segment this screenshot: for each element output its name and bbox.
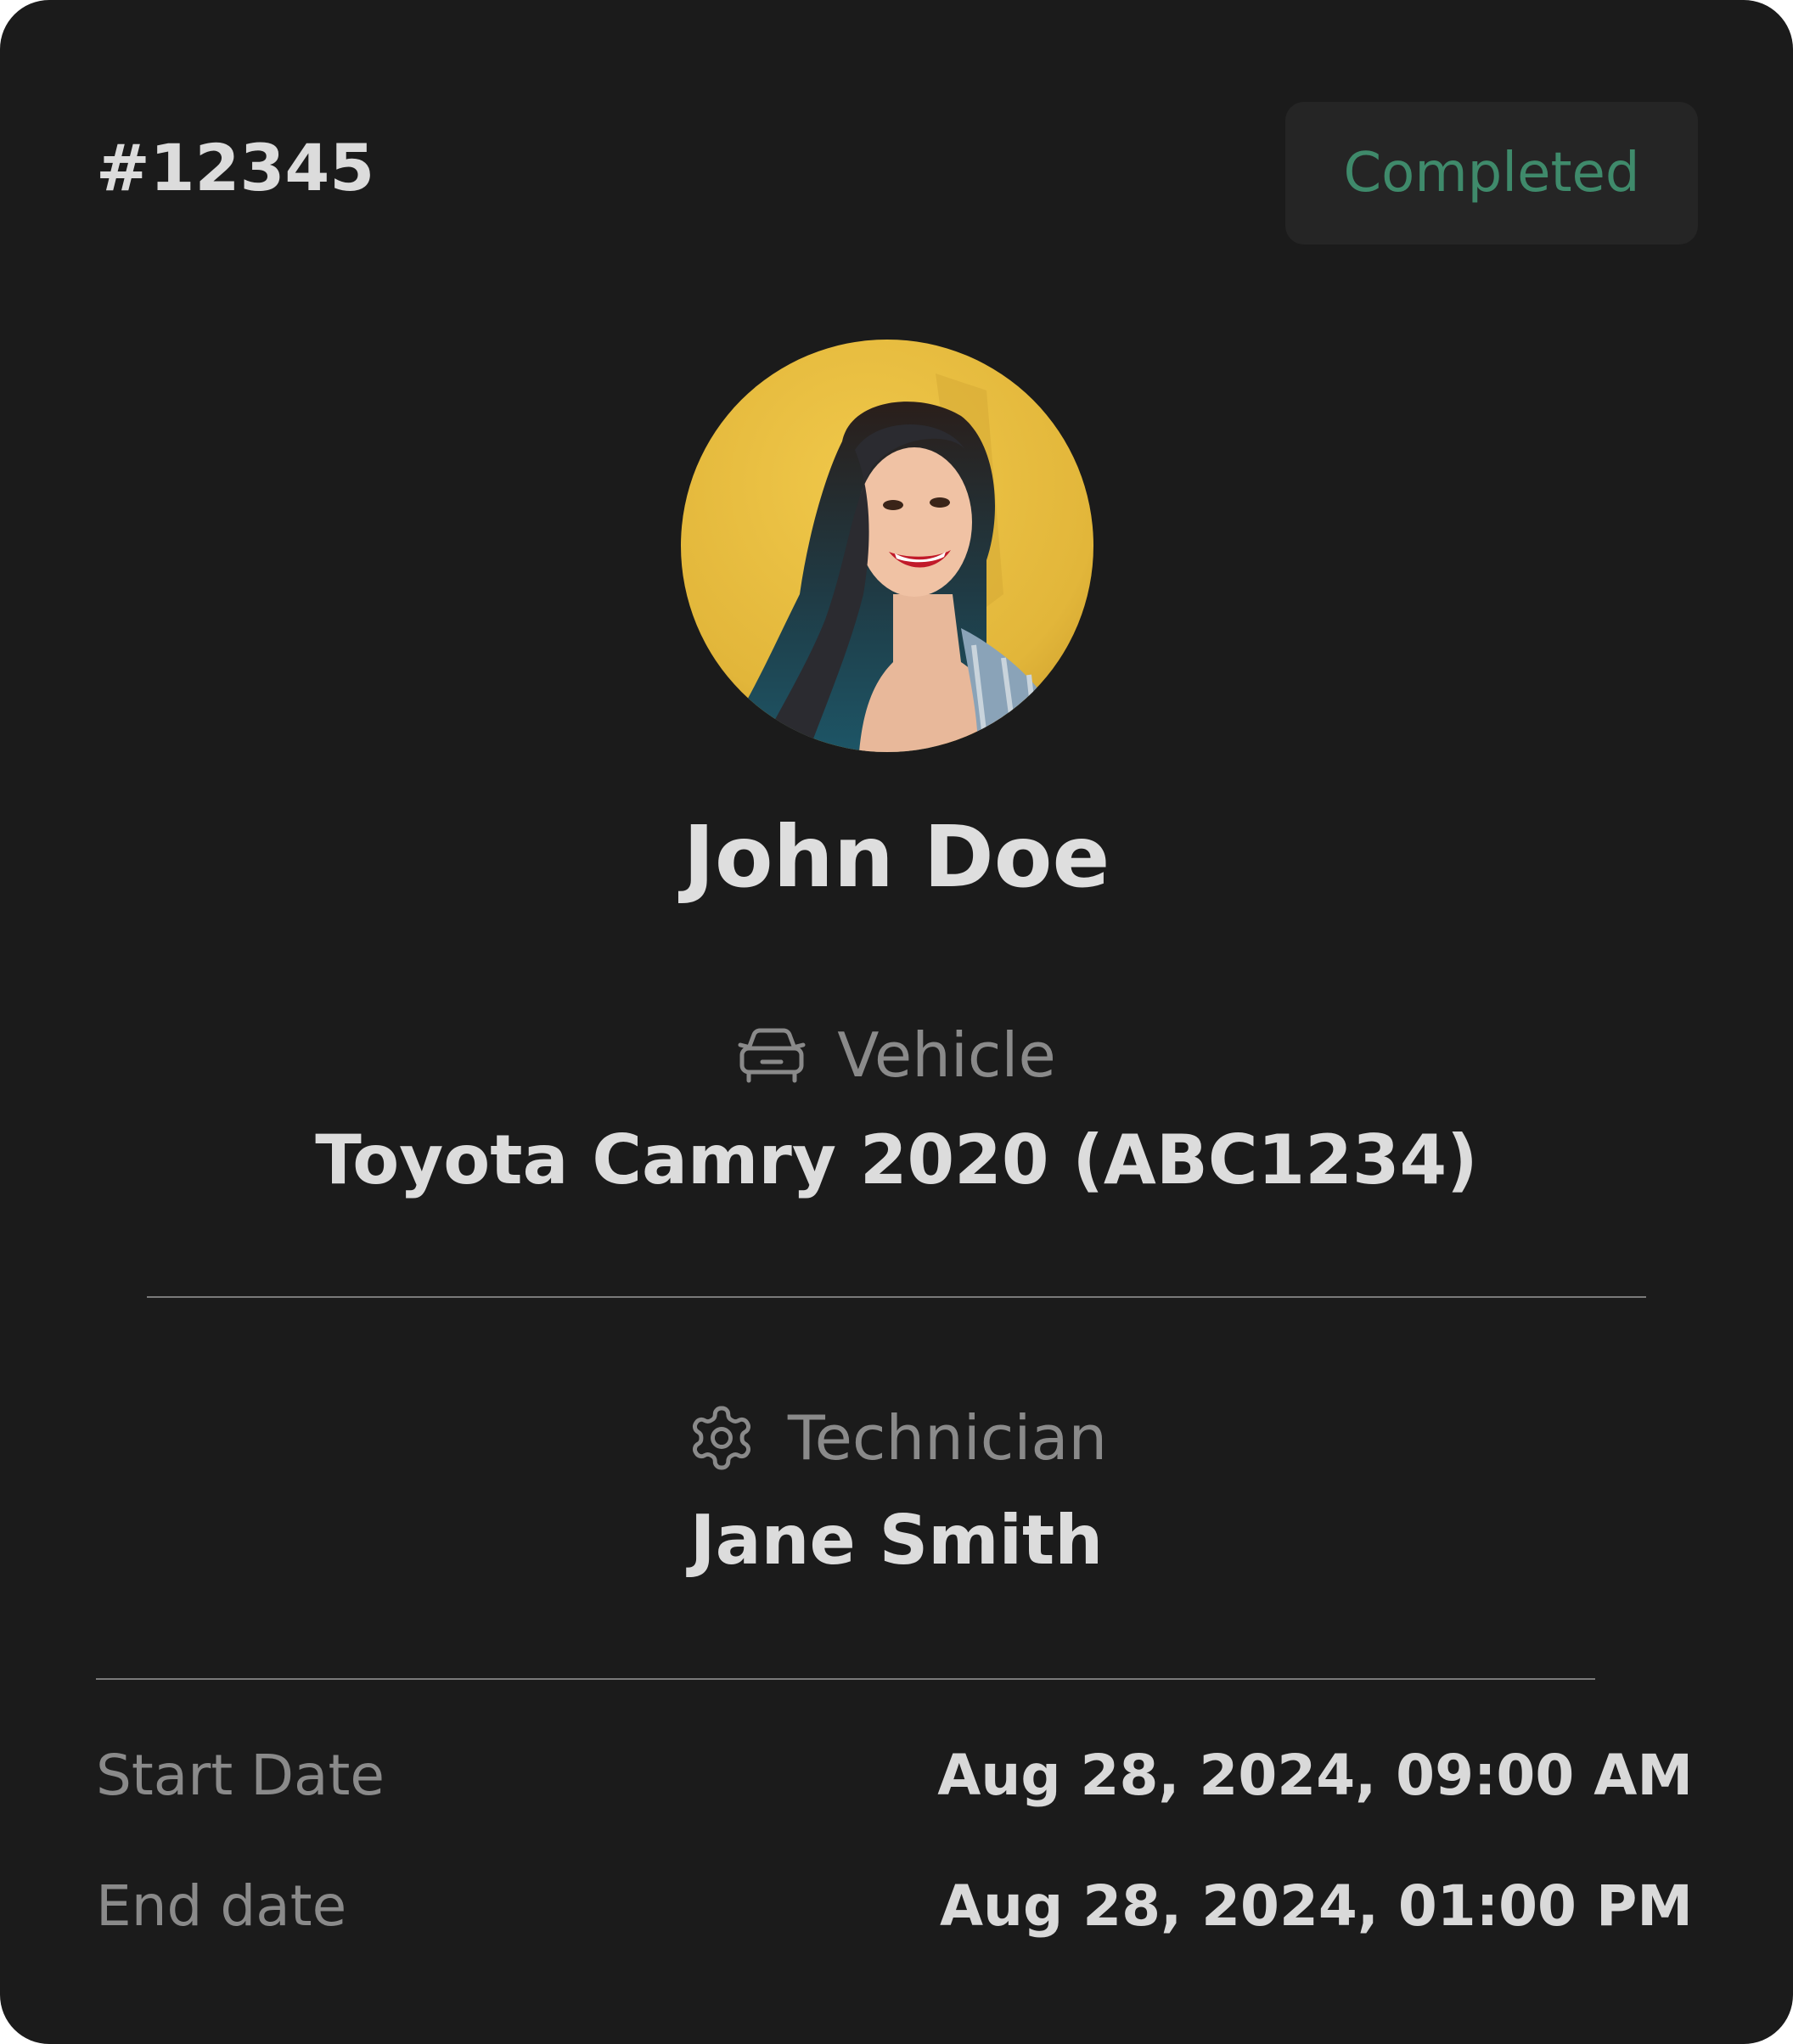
avatar: [681, 340, 1093, 752]
customer-photo: [681, 340, 1093, 752]
start-date-label: Start Date: [96, 1743, 385, 1808]
order-id: #12345: [96, 130, 375, 205]
vehicle-label-row: Vehicle: [0, 1014, 1793, 1096]
status-text: Completed: [1343, 142, 1640, 205]
status-badge: Completed: [1285, 102, 1698, 244]
technician-label-row: Technician: [0, 1397, 1793, 1479]
customer-name: John Doe: [683, 807, 1110, 907]
divider: [96, 1678, 1595, 1680]
gear-icon: [686, 1402, 757, 1474]
technician-value: Jane Smith: [689, 1501, 1104, 1580]
end-date-value: Aug 28, 2024, 01:00 PM: [939, 1873, 1693, 1939]
work-order-card: #12345 Completed John Doe Vehicle Toyota…: [0, 0, 1793, 2044]
end-date-label: End date: [96, 1873, 347, 1939]
car-icon: [737, 1026, 807, 1084]
technician-label: Technician: [787, 1402, 1108, 1474]
start-date-value: Aug 28, 2024, 09:00 AM: [937, 1743, 1693, 1808]
vehicle-value: Toyota Camry 2020 (ABC1234): [315, 1120, 1478, 1199]
divider: [147, 1296, 1646, 1298]
vehicle-label: Vehicle: [837, 1019, 1056, 1091]
